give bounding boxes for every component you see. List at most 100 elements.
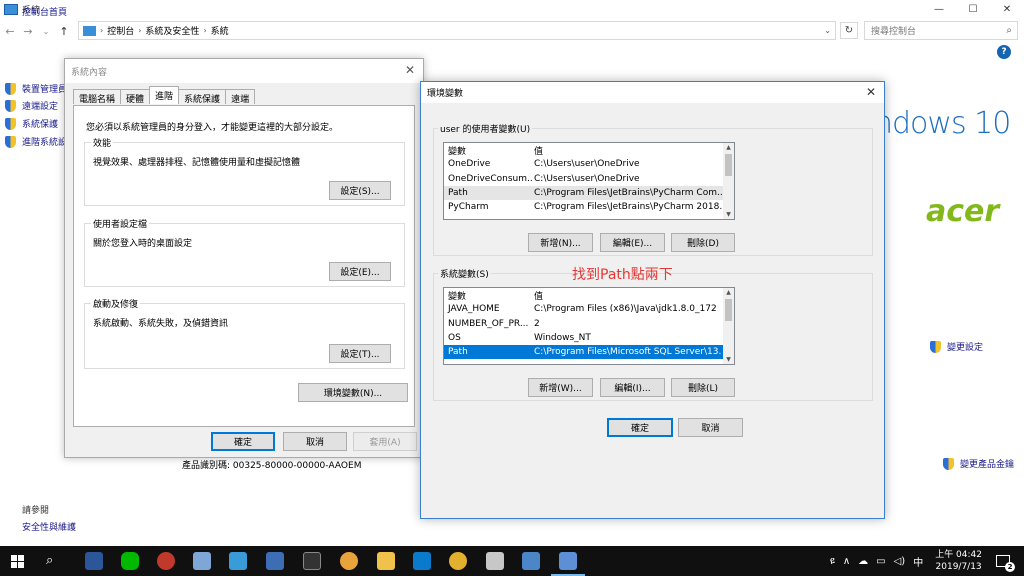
dev-app-icon[interactable] [266,552,284,570]
search-icon[interactable]: ⌕ [46,553,64,571]
scrollbar[interactable]: ▲ ▼ [723,143,734,219]
close-icon[interactable]: ✕ [405,63,415,77]
scroll-down-icon[interactable]: ▼ [723,211,734,218]
close-icon[interactable]: ✕ [866,85,876,99]
chevron-up-icon[interactable]: ∧ [843,556,850,567]
breadcrumb-control-panel[interactable]: 控制台 [107,24,134,37]
people-icon[interactable]: ዩ [830,556,835,567]
ok-button[interactable]: 確定 [211,432,275,451]
system-edit-button[interactable]: 編輯(I)... [600,378,665,397]
network-icon[interactable]: ▭ [876,556,885,567]
apply-button[interactable]: 套用(A) [353,432,417,451]
scroll-up-icon[interactable]: ▲ [723,144,734,151]
settings-app-icon[interactable] [486,552,504,570]
user-edit-button[interactable]: 編輯(E)... [600,233,665,252]
startup-recovery-group: 啟動及修復 系統啟動、系統失敗，及偵錯資訊 設定(T)... [84,297,405,369]
list-item[interactable]: Path C:\Program Files\JetBrains\PyCharm … [444,185,734,201]
user-new-button[interactable]: 新增(N)... [528,233,593,252]
input-language[interactable]: 中 [913,554,923,569]
line-icon[interactable] [121,552,139,570]
sidebar-item-remote[interactable]: 遠端設定 [5,99,58,112]
tab-computer-name[interactable]: 電腦名稱 [73,89,122,105]
security-maintenance-link[interactable]: 安全性與維護 [22,520,76,533]
admin-note: 您必須以系統管理員的身分登入，才能變更這裡的大部分設定。 [86,123,339,133]
profiles-settings-button[interactable]: 設定(E)... [329,262,391,281]
word-icon[interactable] [85,552,103,570]
sidebar-item-protection[interactable]: 系統保護 [5,117,58,130]
address-dropdown-icon[interactable]: ⌄ [824,26,831,35]
list-item[interactable]: OneDrive C:\Users\user\OneDrive [444,157,734,171]
up-arrow-icon[interactable]: ↑ [56,25,72,38]
terminal-icon[interactable] [303,552,321,570]
sidebar-item-device-manager[interactable]: 裝置管理員 [5,82,67,95]
shield-icon [5,117,16,130]
user-delete-button[interactable]: 刪除(D) [671,233,735,252]
clock[interactable]: 上午 04:42 2019/7/13 [935,549,982,573]
cloud-icon[interactable]: ☁ [858,556,868,567]
system-delete-button[interactable]: 刪除(L) [671,378,735,397]
scroll-down-icon[interactable]: ▼ [723,356,734,363]
list-item-selected[interactable]: Path C:\Program Files\Microsoft SQL Serv… [444,345,734,360]
cancel-button[interactable]: 取消 [678,418,743,437]
list-item[interactable]: NUMBER_OF_PR... 2 [444,317,734,331]
cancel-button[interactable]: 取消 [283,432,347,451]
tab-advanced[interactable]: 進階 [149,86,180,104]
list-item[interactable]: PyCharm C:\Program Files\JetBrains\PyCha… [444,200,734,214]
help-icon[interactable]: ? [997,45,1011,59]
change-settings-link[interactable]: 變更設定 [930,340,983,353]
annotation-text: 找到Path點兩下 [572,267,673,283]
change-product-key-link[interactable]: 變更產品金鑰 [943,457,1014,470]
close-button[interactable]: ✕ [990,0,1024,18]
breadcrumb-system-security[interactable]: 系統及安全性 [145,24,199,37]
list-item[interactable]: JAVA_HOME C:\Program Files (x86)\Java\jd… [444,302,734,316]
environment-variables-button[interactable]: 環境變數(N)... [298,383,408,402]
maximize-button[interactable]: ☐ [956,0,990,18]
shield-icon [930,340,941,353]
scroll-thumb[interactable] [725,154,732,176]
scrollbar[interactable]: ▲ ▼ [723,288,734,364]
performance-settings-button[interactable]: 設定(S)... [329,181,391,200]
chrome-icon[interactable] [449,552,467,570]
system-variables-list[interactable]: 變數 值 JAVA_HOME C:\Program Files (x86)\Ja… [443,287,735,365]
control-panel-task-icon[interactable] [559,552,577,570]
windows-start-icon[interactable] [11,555,24,568]
address-row: ← → ⌄ ↑ › 控制台 › 系統及安全性 › 系統 ⌄ ↻ 搜尋控制台 ⌕ [0,20,1024,42]
recent-chevron-icon[interactable]: ⌄ [38,27,54,36]
taskbar: ⌕ ዩ ∧ ☁ ▭ ◁) 中 上午 04:42 2019/7/13 2 [0,546,1024,576]
shield-icon [5,82,16,95]
breadcrumb-system[interactable]: 系統 [211,24,229,37]
tab-system-protection[interactable]: 系統保護 [178,89,227,105]
notes-app-icon[interactable] [229,552,247,570]
user-variables-list[interactable]: 變數 值 OneDrive C:\Users\user\OneDrive One… [443,142,735,220]
minimize-button[interactable]: — [922,0,956,18]
forward-arrow-icon[interactable]: → [20,25,36,38]
group-desc: 系統啟動、系統失敗，及偵錯資訊 [93,319,229,329]
list-item[interactable]: OS Windows_NT [444,331,734,345]
scroll-thumb[interactable] [725,299,732,321]
vscode-icon[interactable] [413,552,431,570]
system-variables-group: 系統變數(S) 變數 值 JAVA_HOME C:\Program Files … [433,267,873,401]
sidebar-home-link[interactable]: 控制台首頁 [22,5,67,18]
system-new-button[interactable]: 新增(W)... [528,378,593,397]
paint-app-icon[interactable] [157,552,175,570]
search-input[interactable]: 搜尋控制台 ⌕ [864,21,1018,40]
address-bar[interactable]: › 控制台 › 系統及安全性 › 系統 ⌄ [78,21,836,40]
refresh-icon[interactable]: ↻ [840,22,858,39]
notification-icon[interactable]: 2 [996,555,1015,572]
ok-button[interactable]: 確定 [607,418,673,437]
media-app-icon[interactable] [340,552,358,570]
back-arrow-icon[interactable]: ← [2,25,18,38]
remote-app-icon[interactable] [522,552,540,570]
user-variables-group: user 的使用者變數(U) 變數 值 OneDrive C:\Users\us… [433,122,873,256]
volume-icon[interactable]: ◁) [894,556,906,567]
folder-icon[interactable] [377,552,395,570]
tab-remote[interactable]: 遠端 [225,89,256,105]
clock-time: 上午 04:42 [935,550,982,560]
see-also-heading: 請參閱 [22,506,50,516]
startup-settings-button[interactable]: 設定(T)... [329,344,391,363]
graphics-app-icon[interactable] [193,552,211,570]
tab-hardware[interactable]: 硬體 [120,89,151,105]
list-item[interactable]: OneDriveConsum... C:\Users\user\OneDrive [444,172,734,186]
scroll-up-icon[interactable]: ▲ [723,289,734,296]
group-desc: 視覺效果、處理器排程、記憶體使用量和虛擬記憶體 [93,158,301,168]
